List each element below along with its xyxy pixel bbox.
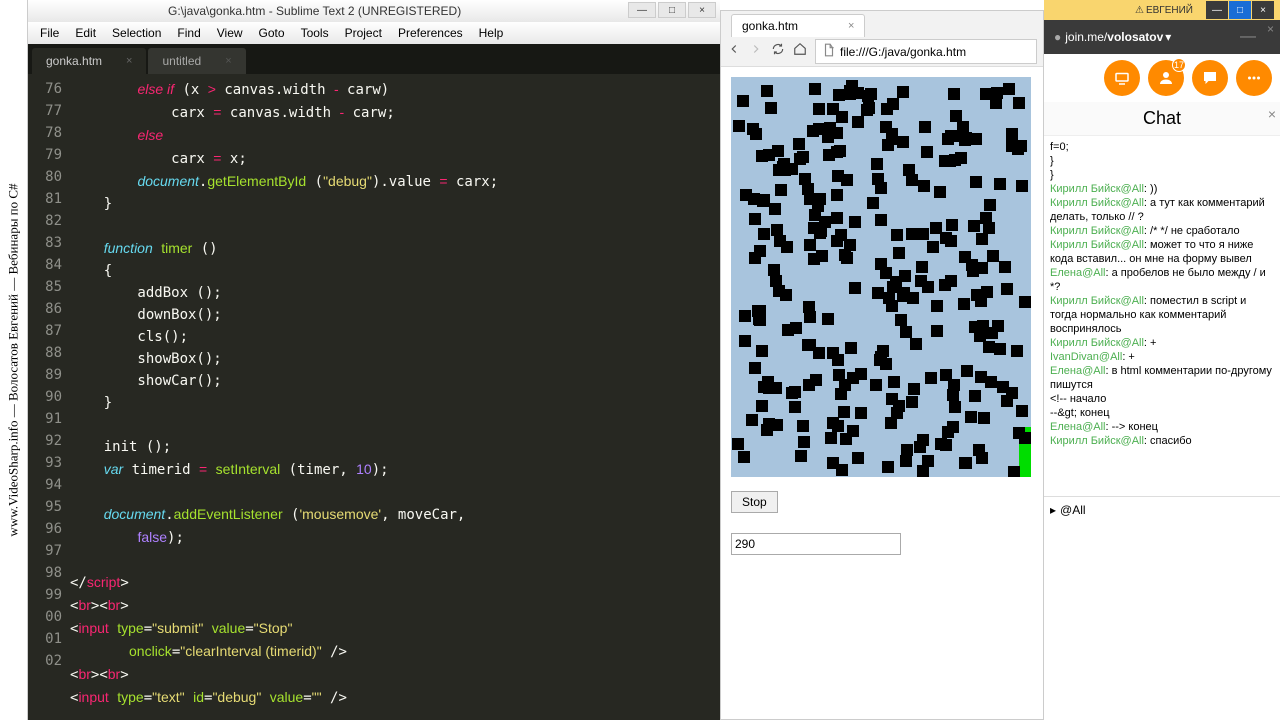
chat-messages[interactable]: f=0; }}Кирилл Бийск@All: ))Кирилл Бийск@… bbox=[1044, 136, 1280, 496]
browser-toolbar: file:///G:/java/gonka.htm bbox=[721, 37, 1043, 67]
menu-project[interactable]: Project bbox=[339, 24, 388, 42]
minimap[interactable] bbox=[660, 74, 720, 720]
menu-view[interactable]: View bbox=[211, 24, 249, 42]
browser-tab-label: gonka.htm bbox=[742, 19, 798, 33]
tab-untitled[interactable]: untitled × bbox=[148, 48, 245, 74]
menu-edit[interactable]: Edit bbox=[69, 24, 102, 42]
sublime-title: G:\java\gonka.htm - Sublime Text 2 (UNRE… bbox=[168, 4, 461, 18]
reload-icon[interactable] bbox=[771, 42, 785, 61]
debug-input[interactable] bbox=[731, 533, 901, 555]
menu-goto[interactable]: Goto bbox=[253, 24, 291, 42]
line-gutter: 7677787980818283848586878889909192939495… bbox=[28, 74, 70, 720]
notification-badge[interactable]: ⚠ ЕВГЕНИЙ bbox=[1131, 5, 1197, 16]
close-button[interactable]: × bbox=[688, 2, 716, 18]
joinme-brand: join.me/ bbox=[1065, 30, 1107, 44]
minimize-button[interactable]: — bbox=[628, 2, 656, 18]
tab-label: gonka.htm bbox=[46, 54, 102, 68]
editor-area[interactable]: 7677787980818283848586878889909192939495… bbox=[28, 74, 720, 720]
address-bar[interactable]: file:///G:/java/gonka.htm bbox=[815, 39, 1037, 64]
close-icon[interactable]: × bbox=[848, 20, 854, 32]
watermark-sidebar: www.VideoSharp.info — Волосатов Евгений … bbox=[0, 0, 28, 720]
maximize-button[interactable]: □ bbox=[658, 2, 686, 18]
chrome-window: gonka.htm × file:///G:/java/gonka.htm St… bbox=[720, 10, 1044, 720]
chevron-icon[interactable]: ▸ bbox=[1050, 503, 1056, 517]
browser-tab[interactable]: gonka.htm × bbox=[731, 14, 865, 37]
menu-file[interactable]: File bbox=[34, 24, 65, 42]
minimize-button[interactable]: — bbox=[1206, 1, 1228, 19]
url-text: file:///G:/java/gonka.htm bbox=[840, 45, 966, 59]
game-canvas[interactable] bbox=[731, 77, 1031, 477]
tab-gonka[interactable]: gonka.htm × bbox=[32, 48, 146, 74]
watermark-text: www.VideoSharp.info — Волосатов Евгений … bbox=[6, 183, 22, 536]
tab-close-icon[interactable]: × bbox=[225, 55, 231, 67]
menu-preferences[interactable]: Preferences bbox=[392, 24, 469, 42]
maximize-button[interactable]: □ bbox=[1229, 1, 1251, 19]
menu-tools[interactable]: Tools bbox=[295, 24, 335, 42]
file-icon bbox=[822, 43, 836, 60]
screen-share-icon[interactable] bbox=[1104, 60, 1140, 96]
sublime-titlebar: G:\java\gonka.htm - Sublime Text 2 (UNRE… bbox=[28, 0, 720, 22]
participants-icon[interactable]: 17 bbox=[1148, 60, 1184, 96]
close-icon[interactable]: × bbox=[1268, 106, 1276, 122]
chat-title: Chat bbox=[1143, 108, 1181, 129]
menu-find[interactable]: Find bbox=[171, 24, 206, 42]
forward-icon[interactable] bbox=[749, 42, 763, 61]
menu-selection[interactable]: Selection bbox=[106, 24, 167, 42]
close-icon[interactable]: × bbox=[1267, 22, 1274, 36]
more-icon[interactable] bbox=[1236, 60, 1272, 96]
joinme-user: volosatov bbox=[1107, 30, 1163, 44]
close-button[interactable]: × bbox=[1252, 1, 1274, 19]
chat-icon[interactable] bbox=[1192, 60, 1228, 96]
browser-tabbar: gonka.htm × bbox=[721, 11, 1043, 37]
tab-close-icon[interactable]: × bbox=[126, 55, 132, 67]
participants-count: 17 bbox=[1172, 58, 1186, 72]
browser-content: Stop bbox=[721, 67, 1043, 565]
joinme-toolbar: 17 bbox=[1044, 54, 1280, 102]
tab-label: untitled bbox=[162, 54, 201, 68]
stop-button[interactable]: Stop bbox=[731, 491, 778, 513]
chat-header: Chat × bbox=[1044, 102, 1280, 136]
joinme-header: ● join.me/volosatov ▾ — × bbox=[1044, 20, 1280, 54]
sublime-tabbar: gonka.htm × untitled × bbox=[28, 44, 720, 74]
sublime-window: G:\java\gonka.htm - Sublime Text 2 (UNRE… bbox=[28, 0, 720, 720]
menu-help[interactable]: Help bbox=[473, 24, 510, 42]
sublime-menubar: File Edit Selection Find View Goto Tools… bbox=[28, 22, 720, 44]
dots-icon[interactable]: — bbox=[1240, 28, 1256, 46]
back-icon[interactable] bbox=[727, 42, 741, 61]
chat-recipient: @All bbox=[1060, 503, 1086, 517]
joinme-topbar: ⚠ ЕВГЕНИЙ — □ × bbox=[1044, 0, 1280, 20]
joinme-panel: ⚠ ЕВГЕНИЙ — □ × ● join.me/volosatov ▾ — … bbox=[1044, 0, 1280, 720]
chat-footer[interactable]: ▸ @All bbox=[1044, 496, 1280, 523]
home-icon[interactable] bbox=[793, 42, 807, 61]
code-content[interactable]: else if (x > canvas.width - carw) carx =… bbox=[70, 74, 660, 720]
